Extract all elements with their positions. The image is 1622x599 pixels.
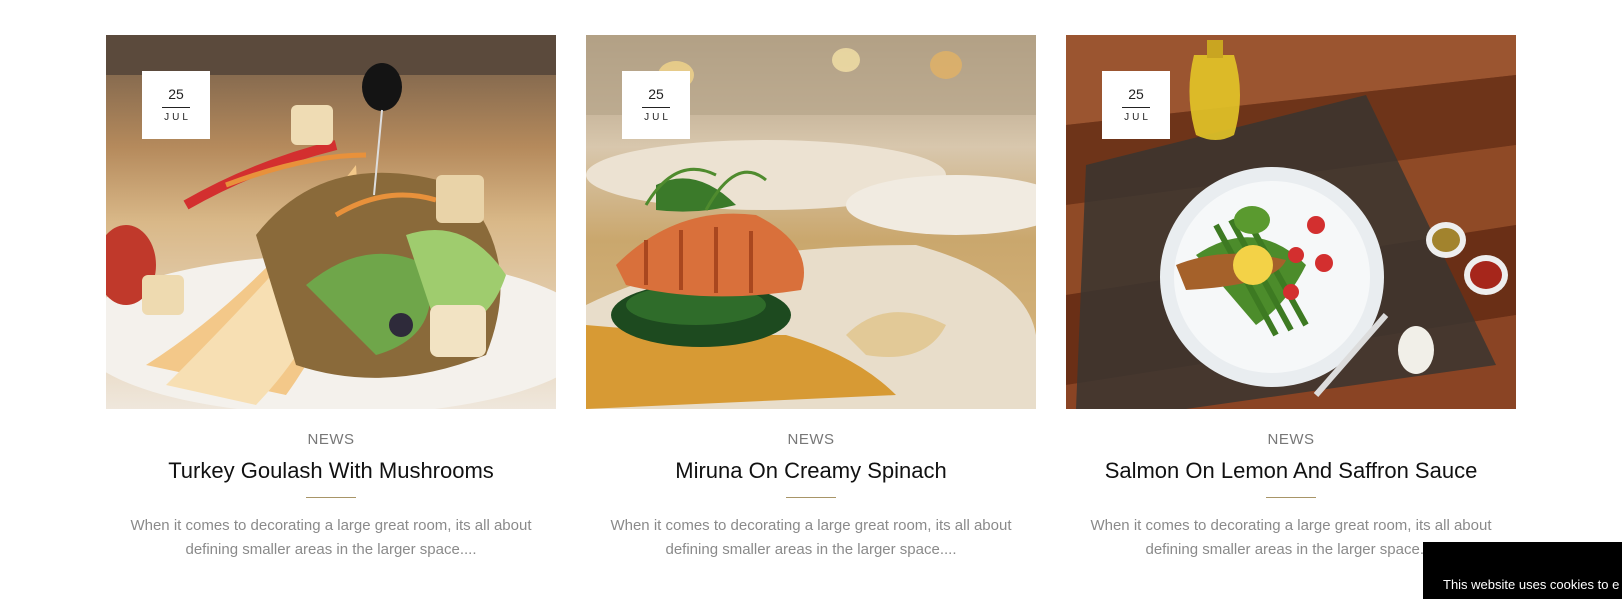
cookie-message: This website uses cookies to e [1443, 577, 1620, 592]
post-category[interactable]: NEWS [308, 431, 355, 448]
post-card: 25 JUL NEWS Miruna On Creamy Spinach Whe… [586, 35, 1036, 562]
date-month: JUL [644, 112, 671, 123]
title-divider [786, 497, 836, 498]
date-day: 25 [1128, 86, 1144, 102]
date-month: JUL [164, 112, 191, 123]
post-image-salmon[interactable]: 25 JUL [1066, 35, 1516, 409]
post-title[interactable]: Salmon On Lemon And Saffron Sauce [1105, 458, 1478, 484]
date-day: 25 [168, 86, 184, 102]
date-divider [162, 107, 190, 108]
post-title[interactable]: Miruna On Creamy Spinach [675, 458, 946, 484]
date-day: 25 [648, 86, 664, 102]
date-badge: 25 JUL [1102, 71, 1170, 139]
date-month: JUL [1124, 112, 1151, 123]
date-divider [642, 107, 670, 108]
date-badge: 25 JUL [142, 71, 210, 139]
date-divider [1122, 107, 1150, 108]
blog-grid: 25 JUL NEWS Turkey Goulash With Mushroom… [106, 35, 1516, 562]
post-image-salad[interactable]: 25 JUL [106, 35, 556, 409]
post-category[interactable]: NEWS [788, 431, 835, 448]
post-excerpt: When it comes to decorating a large grea… [130, 517, 532, 558]
post-card: 25 JUL NEWS Salmon On Lemon And Saffron … [1066, 35, 1516, 562]
post-image-spinach[interactable]: 25 JUL [586, 35, 1036, 409]
date-badge: 25 JUL [622, 71, 690, 139]
title-divider [1266, 497, 1316, 498]
title-divider [306, 497, 356, 498]
post-excerpt: When it comes to decorating a large grea… [610, 517, 1012, 558]
post-card: 25 JUL NEWS Turkey Goulash With Mushroom… [106, 35, 556, 562]
cookie-banner: This website uses cookies to e [1423, 542, 1622, 599]
post-title[interactable]: Turkey Goulash With Mushrooms [168, 458, 494, 484]
post-category[interactable]: NEWS [1268, 431, 1315, 448]
